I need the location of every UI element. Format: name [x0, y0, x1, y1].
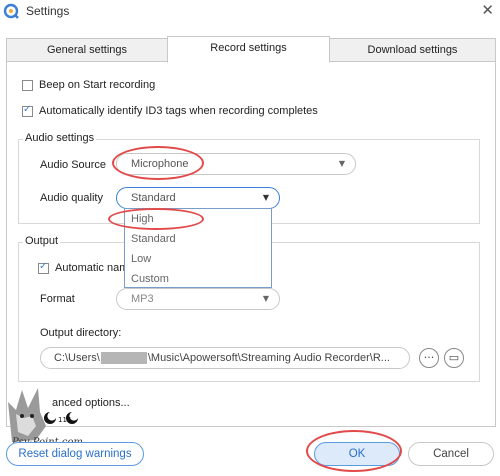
chevron-down-icon: ▼	[338, 159, 345, 168]
title-bar: Settings ✕	[0, 0, 500, 22]
path-prefix: C:\Users\	[54, 352, 100, 364]
chevron-down-icon: ▼	[262, 193, 269, 202]
audio-quality-dropdown: High Standard Low Custom	[124, 208, 272, 288]
format-value: MP3	[131, 293, 154, 305]
id3-label: Automatically identify ID3 tags when rec…	[39, 105, 318, 117]
cancel-button[interactable]: Cancel	[408, 442, 494, 466]
close-icon[interactable]: ✕	[481, 1, 494, 19]
quality-option-low[interactable]: Low	[125, 249, 271, 269]
beep-label: Beep on Start recording	[39, 79, 156, 91]
audio-quality-label: Audio quality	[40, 192, 103, 204]
format-label: Format	[40, 293, 75, 305]
quality-option-standard[interactable]: Standard	[125, 229, 271, 249]
watermark-number: 114	[58, 416, 72, 424]
tab-download-settings[interactable]: Download settings	[329, 38, 496, 62]
audio-source-value: Microphone	[131, 158, 189, 170]
app-logo-icon	[3, 3, 19, 19]
tab-record-settings[interactable]: Record settings	[167, 36, 330, 63]
audio-source-label: Audio Source	[40, 159, 107, 171]
format-select[interactable]: MP3 ▼	[116, 288, 280, 310]
settings-tabs: General settings Record settings Downloa…	[6, 36, 496, 63]
window-title: Settings	[26, 4, 70, 18]
automatic-naming-label: Automatic nami	[55, 262, 131, 274]
path-suffix: \Music\Apowersoft\Streaming Audio Record…	[147, 352, 390, 364]
ok-button[interactable]: OK	[314, 442, 400, 466]
id3-option[interactable]: Automatically identify ID3 tags when rec…	[22, 104, 318, 117]
reset-dialog-warnings-button[interactable]: Reset dialog warnings	[6, 442, 144, 466]
quality-option-custom[interactable]: Custom	[125, 269, 271, 289]
automatic-naming-checkbox[interactable]	[38, 261, 49, 274]
quality-option-high[interactable]: High	[125, 209, 271, 229]
redacted-username	[100, 352, 147, 365]
beep-option[interactable]: Beep on Start recording	[22, 79, 155, 91]
more-options-button[interactable]: ···	[419, 348, 439, 368]
id3-checkbox[interactable]	[22, 104, 33, 117]
folder-icon[interactable]: ▭	[444, 348, 464, 368]
tab-general-settings[interactable]: General settings	[6, 38, 168, 62]
audio-quality-value: Standard	[131, 192, 176, 204]
audio-settings-title: Audio settings	[23, 132, 97, 144]
output-title: Output	[23, 235, 61, 247]
output-directory-field[interactable]: C:\Users\ \Music\Apowersoft\Streaming Aud…	[40, 347, 410, 369]
audio-source-select[interactable]: Microphone ▼	[116, 153, 356, 175]
audio-quality-select[interactable]: Standard ▼	[116, 187, 280, 209]
automatic-naming-option[interactable]: Automatic nami	[38, 261, 131, 274]
beep-checkbox[interactable]	[22, 79, 33, 91]
output-directory-label: Output directory:	[40, 327, 122, 339]
chevron-down-icon: ▼	[262, 294, 269, 303]
